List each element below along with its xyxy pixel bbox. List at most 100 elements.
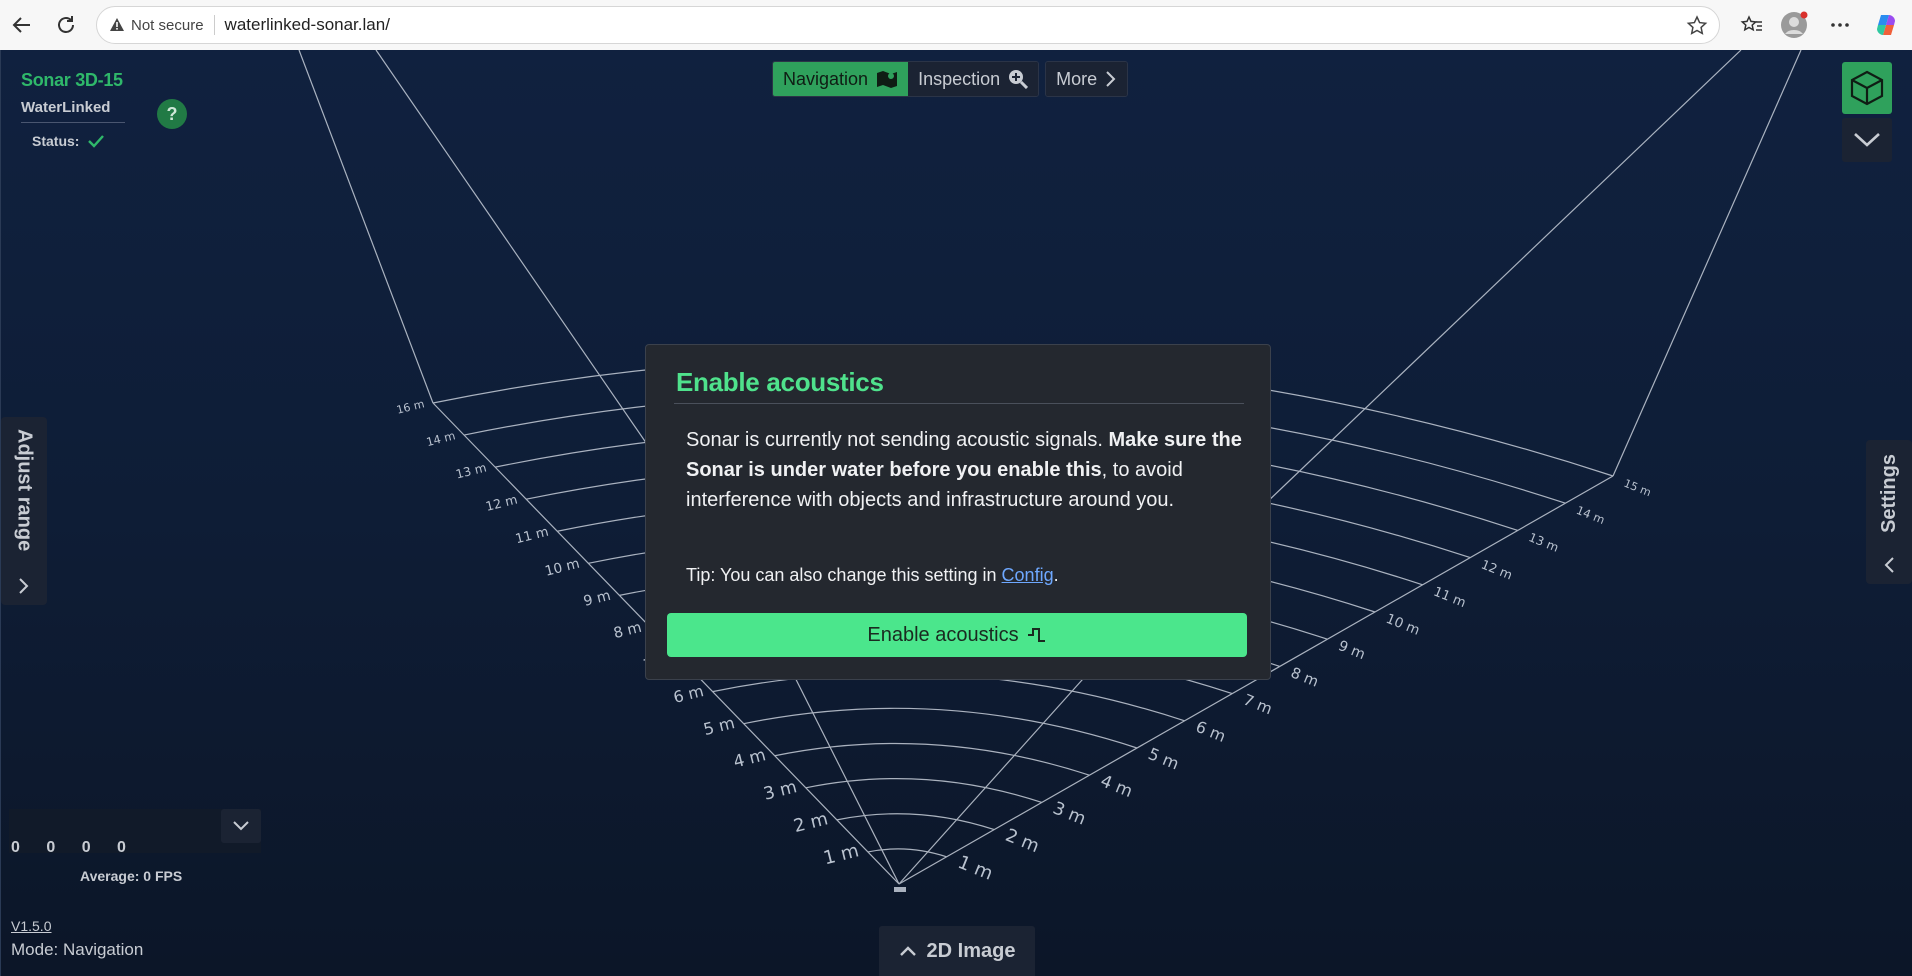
map-icon <box>877 71 898 88</box>
range-label-right: 8 m <box>1288 664 1321 690</box>
help-button[interactable]: ? <box>157 99 187 129</box>
range-label-right: 5 m <box>1146 744 1182 773</box>
copilot-icon <box>1877 15 1895 35</box>
back-arrow-icon <box>12 17 30 33</box>
range-label-left: 4 m <box>731 744 767 771</box>
range-label-left: 1 m <box>821 840 861 869</box>
security-indicator[interactable]: Not secure <box>109 17 204 34</box>
range-label-right: 15 m <box>1622 477 1653 500</box>
tab-inspection[interactable]: Inspection <box>908 62 1039 96</box>
brand-block: Sonar 3D-15 WaterLinked Status: <box>21 70 125 149</box>
range-label-left: 16 m <box>395 397 426 416</box>
favorites-button[interactable] <box>1738 11 1766 39</box>
chevron-down-icon <box>1854 133 1880 147</box>
range-label-right: 2 m <box>1002 825 1042 857</box>
range-label-right: 11 m <box>1431 585 1468 611</box>
tab-inspection-label: Inspection <box>918 68 1001 89</box>
volume-edge-right <box>1612 50 1802 477</box>
range-label-right: 1 m <box>955 852 996 885</box>
enable-acoustics-dialog: Enable acoustics Sonar is currently not … <box>645 344 1271 680</box>
range-label-left: 12 m <box>484 492 519 514</box>
favorite-star-icon[interactable] <box>1685 14 1709 38</box>
enable-acoustics-button[interactable]: Enable acoustics <box>667 613 1247 657</box>
view-cube-button[interactable] <box>1842 62 1892 114</box>
fps-collapse-button[interactable] <box>221 809 261 843</box>
range-label-right: 7 m <box>1241 691 1275 719</box>
avatar-icon <box>1781 11 1808 38</box>
range-arc <box>774 742 1090 776</box>
config-link[interactable]: Config <box>1002 565 1054 585</box>
range-arc <box>836 813 995 831</box>
product-name: Sonar 3D-15 <box>21 70 123 90</box>
range-label-left: 2 m <box>792 808 831 837</box>
range-arc <box>805 778 1042 803</box>
view-menu-toggle[interactable] <box>1842 118 1892 162</box>
more-group: More <box>1045 61 1129 97</box>
range-label-left: 8 m <box>612 619 644 642</box>
chevron-down-icon <box>233 821 249 831</box>
range-label-left: 11 m <box>514 525 550 548</box>
more-options-button[interactable] <box>1826 11 1854 39</box>
reload-button[interactable] <box>50 9 82 41</box>
url-text[interactable]: waterlinked-sonar.lan/ <box>225 15 390 35</box>
range-arc <box>867 848 947 858</box>
security-label: Not secure <box>131 16 204 34</box>
back-button[interactable] <box>6 9 38 41</box>
zoom-in-icon <box>1009 70 1029 89</box>
chevron-right-icon <box>19 578 29 594</box>
dialog-tip: Tip: You can also change this setting in… <box>686 565 1059 586</box>
tip-suffix: . <box>1053 565 1059 585</box>
range-label-right: 10 m <box>1384 611 1423 639</box>
chevron-right-icon <box>1106 71 1116 87</box>
range-label-left: 6 m <box>671 681 705 707</box>
adjust-range-tab[interactable]: Adjust range <box>1 417 47 605</box>
fps-panel: 0 0 0 0 <box>9 809 261 856</box>
range-label-left: 3 m <box>762 777 799 805</box>
tab-navigation-label: Navigation <box>783 68 869 89</box>
tip-prefix: Tip: You can also change this setting in <box>686 565 1002 585</box>
mode-indicator: Mode: Navigation <box>11 940 144 959</box>
settings-tab[interactable]: Settings <box>1866 440 1912 584</box>
tab-more[interactable]: More <box>1046 62 1128 96</box>
version-link[interactable]: V1.5.0 <box>11 918 51 934</box>
dialog-title: Enable acoustics <box>676 367 884 397</box>
range-label-left: 9 m <box>582 588 612 610</box>
company-logo: WaterLinked <box>21 99 125 123</box>
range-label-right: 13 m <box>1527 530 1561 555</box>
range-label-right: 9 m <box>1336 638 1367 663</box>
fps-average: Average: 0 FPS <box>80 868 183 884</box>
chevron-left-icon <box>1884 557 1894 573</box>
settings-label: Settings <box>1877 454 1900 533</box>
browser-toolbar: Not secure waterlinked-sonar.lan/ <box>0 0 1912 50</box>
tab-navigation[interactable]: Navigation <box>773 62 909 96</box>
dialog-divider <box>674 403 1244 404</box>
address-bar[interactable]: Not secure waterlinked-sonar.lan/ <box>96 6 1720 44</box>
status-indicator: Status: <box>32 133 125 149</box>
dialog-message-part-1: Sonar is currently not sending acoustic … <box>686 429 1109 451</box>
profile-button[interactable] <box>1780 11 1808 39</box>
sonar-origin-marker <box>894 887 906 892</box>
range-label-right: 6 m <box>1193 717 1228 746</box>
range-label-right: 14 m <box>1574 503 1607 527</box>
range-label-left: 14 m <box>425 428 457 449</box>
ellipsis-icon <box>1831 23 1849 27</box>
checkmark-icon <box>88 135 105 148</box>
tab-more-label: More <box>1056 68 1098 89</box>
range-label-left: 5 m <box>702 713 737 739</box>
range-label-right: 3 m <box>1050 798 1089 829</box>
pulse-wave-icon <box>1027 628 1045 642</box>
sonar-app: 16 m 15 m 14 m 14 m 13 m 13 m 12 m 12 m 11 m 11 m… <box>0 50 1912 976</box>
mode-tab-group: Navigation Inspection <box>772 61 1040 97</box>
range-label-left: 10 m <box>543 556 581 580</box>
reload-icon <box>58 16 74 33</box>
status-label: Status: <box>32 133 80 149</box>
range-arc <box>743 707 1138 749</box>
mode-navigation: Navigation Inspection More <box>772 61 1129 97</box>
range-label-left: 13 m <box>454 460 487 481</box>
cube-icon <box>1850 70 1884 106</box>
copilot-button[interactable] <box>1872 11 1900 39</box>
url-separator <box>213 15 215 35</box>
2d-image-button[interactable]: 2D Image <box>879 926 1035 976</box>
dialog-message: Sonar is currently not sending acoustic … <box>686 425 1242 515</box>
favorites-icon <box>1740 15 1762 32</box>
